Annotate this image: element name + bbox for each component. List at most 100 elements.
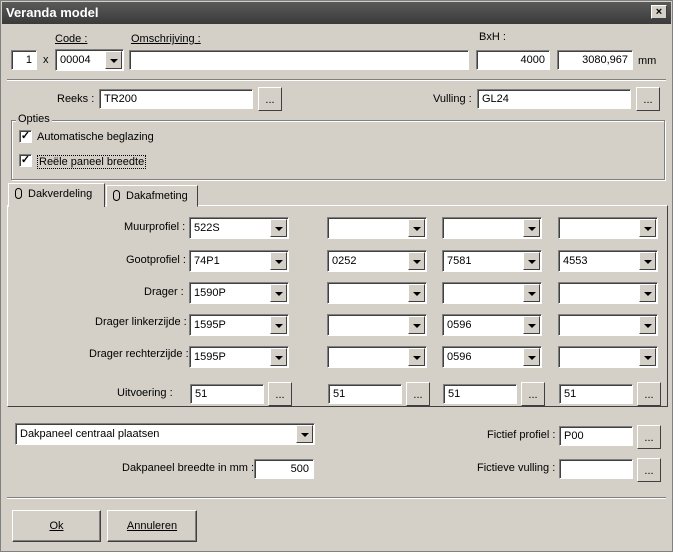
annuleren-button[interactable]: Annuleren (107, 510, 197, 542)
dropdown-arrow-icon[interactable] (270, 316, 287, 334)
tab-dakverdeling[interactable]: Dakverdeling (8, 183, 105, 207)
uitvoering-browse-button-3[interactable]: ... (521, 382, 545, 406)
dropdown-arrow-icon[interactable] (639, 284, 656, 302)
drager-rechterzijde-combo-3[interactable]: 0596 (442, 346, 542, 368)
uitvoering-field-1[interactable]: 51 (190, 384, 264, 404)
dropdown-arrow-icon[interactable] (408, 348, 425, 366)
combo-value: 4553 (563, 255, 588, 267)
ok-button[interactable]: Ok (12, 510, 101, 542)
fictieve-vulling-field[interactable] (559, 459, 633, 479)
gootprofiel-combo-4[interactable]: 4553 (558, 250, 658, 272)
drager-linkerzijde-combo-1[interactable]: 1595P (189, 314, 289, 336)
dakpaneel-breedte-field[interactable]: 500 (254, 459, 314, 479)
dakpaneel-plaatsing-select[interactable]: Dakpaneel centraal plaatsen (15, 423, 315, 445)
dropdown-arrow-icon[interactable] (523, 316, 540, 334)
dropdown-arrow-icon[interactable] (639, 252, 656, 270)
drager-rechterzijde-label: Drager rechterzijde : (89, 348, 189, 360)
dialog-window: Veranda model × Code : Omschrijving : Bx… (0, 0, 673, 552)
muurprofiel-combo-1[interactable]: 522S (189, 217, 289, 239)
gootprofiel-combo-2[interactable]: 0252 (327, 250, 427, 272)
height-field[interactable]: 3080,967 (557, 50, 633, 70)
dropdown-arrow-icon[interactable] (523, 252, 540, 270)
separator-bottom (7, 497, 666, 499)
drager-linkerzijde-label: Drager linkerzijde : (95, 316, 187, 328)
drager-combo-3[interactable] (442, 282, 542, 304)
close-button[interactable]: × (651, 5, 667, 19)
dropdown-arrow-icon[interactable] (408, 219, 425, 237)
code-combo[interactable]: 00004 (55, 49, 124, 71)
window-title: Veranda model (6, 5, 99, 20)
combo-value: 74P1 (194, 255, 220, 267)
drager-combo-4[interactable] (558, 282, 658, 304)
uitvoering-field-3[interactable]: 51 (443, 384, 517, 404)
drager-rechterzijde-combo-2[interactable] (327, 346, 427, 368)
muurprofiel-combo-3[interactable] (442, 217, 542, 239)
dropdown-arrow-icon[interactable] (639, 316, 656, 334)
opties-title: Opties (16, 113, 52, 125)
drager-linkerzijde-combo-3[interactable]: 0596 (442, 314, 542, 336)
omschrijving-label: Omschrijving : (131, 33, 201, 45)
reele-checkbox[interactable]: ✓ (19, 154, 32, 167)
dropdown-arrow-icon[interactable] (270, 219, 287, 237)
uitvoering-browse-button-4[interactable]: ... (637, 382, 661, 406)
muurprofiel-combo-2[interactable] (327, 217, 427, 239)
code-value: 00004 (60, 54, 91, 66)
dropdown-arrow-icon[interactable] (270, 348, 287, 366)
times-label: x (43, 54, 49, 66)
reeks-field[interactable]: TR200 (99, 89, 253, 109)
drager-linkerzijde-combo-2[interactable] (327, 314, 427, 336)
drager-combo-1[interactable]: 1590P (189, 282, 289, 304)
gootprofiel-combo-3[interactable]: 7581 (442, 250, 542, 272)
dropdown-arrow-icon[interactable] (639, 348, 656, 366)
separator-top (7, 79, 666, 81)
code-label: Code : (55, 33, 88, 45)
combo-value: 0596 (447, 351, 472, 363)
vulling-field[interactable]: GL24 (477, 89, 631, 109)
reele-label[interactable]: Reële paneel breedte (37, 155, 147, 169)
dropdown-arrow-icon[interactable] (408, 316, 425, 334)
dropdown-arrow-icon[interactable] (523, 348, 540, 366)
fictief-profiel-field[interactable]: P00 (559, 426, 633, 446)
dropdown-arrow-icon[interactable] (408, 284, 425, 302)
omschrijving-input[interactable] (129, 50, 469, 70)
automatische-checkbox[interactable]: ✓ (19, 130, 32, 143)
width-field[interactable]: 4000 (476, 50, 550, 70)
dropdown-arrow-icon[interactable] (408, 252, 425, 270)
vulling-browse-button[interactable]: ... (636, 87, 660, 111)
fictief-profiel-browse-button[interactable]: ... (637, 425, 661, 449)
combo-value: 1595P (194, 351, 226, 363)
code-dropdown-arrow-icon[interactable] (105, 51, 122, 69)
vulling-label: Vulling : (433, 93, 472, 105)
dropdown-arrow-icon[interactable] (296, 425, 313, 443)
automatische-label[interactable]: Automatische beglazing (37, 131, 154, 143)
quantity-field[interactable]: 1 (11, 50, 37, 70)
dropdown-arrow-icon[interactable] (523, 284, 540, 302)
dropdown-arrow-icon[interactable] (523, 219, 540, 237)
combo-value: 0252 (332, 255, 357, 267)
dropdown-arrow-icon[interactable] (270, 284, 287, 302)
muurprofiel-combo-4[interactable] (558, 217, 658, 239)
combo-value: 522S (194, 222, 220, 234)
tab-dakafmeting[interactable]: Dakafmeting (106, 185, 198, 207)
paperclip-icon (15, 188, 22, 199)
drager-linkerzijde-combo-4[interactable] (558, 314, 658, 336)
combo-value: 1595P (194, 319, 226, 331)
dropdown-arrow-icon[interactable] (270, 252, 287, 270)
title-bar[interactable] (2, 2, 671, 24)
drager-rechterzijde-combo-4[interactable] (558, 346, 658, 368)
reeks-browse-button[interactable]: ... (258, 87, 282, 111)
uitvoering-browse-button-1[interactable]: ... (268, 382, 292, 406)
uitvoering-browse-button-2[interactable]: ... (406, 382, 430, 406)
fictieve-vulling-browse-button[interactable]: ... (637, 458, 661, 482)
muurprofiel-label: Muurprofiel : (124, 221, 186, 233)
uitvoering-field-2[interactable]: 51 (328, 384, 402, 404)
dropdown-arrow-icon[interactable] (639, 219, 656, 237)
uitvoering-label: Uitvoering : (117, 387, 173, 399)
dakpaneel-breedte-label: Dakpaneel breedte in mm : (122, 462, 255, 474)
tab-dakafmeting-label: Dakafmeting (126, 190, 188, 202)
drager-combo-2[interactable] (327, 282, 427, 304)
uitvoering-field-4[interactable]: 51 (559, 384, 633, 404)
dakpaneel-plaatsing-value: Dakpaneel centraal plaatsen (20, 428, 160, 440)
gootprofiel-combo-1[interactable]: 74P1 (189, 250, 289, 272)
drager-rechterzijde-combo-1[interactable]: 1595P (189, 346, 289, 368)
